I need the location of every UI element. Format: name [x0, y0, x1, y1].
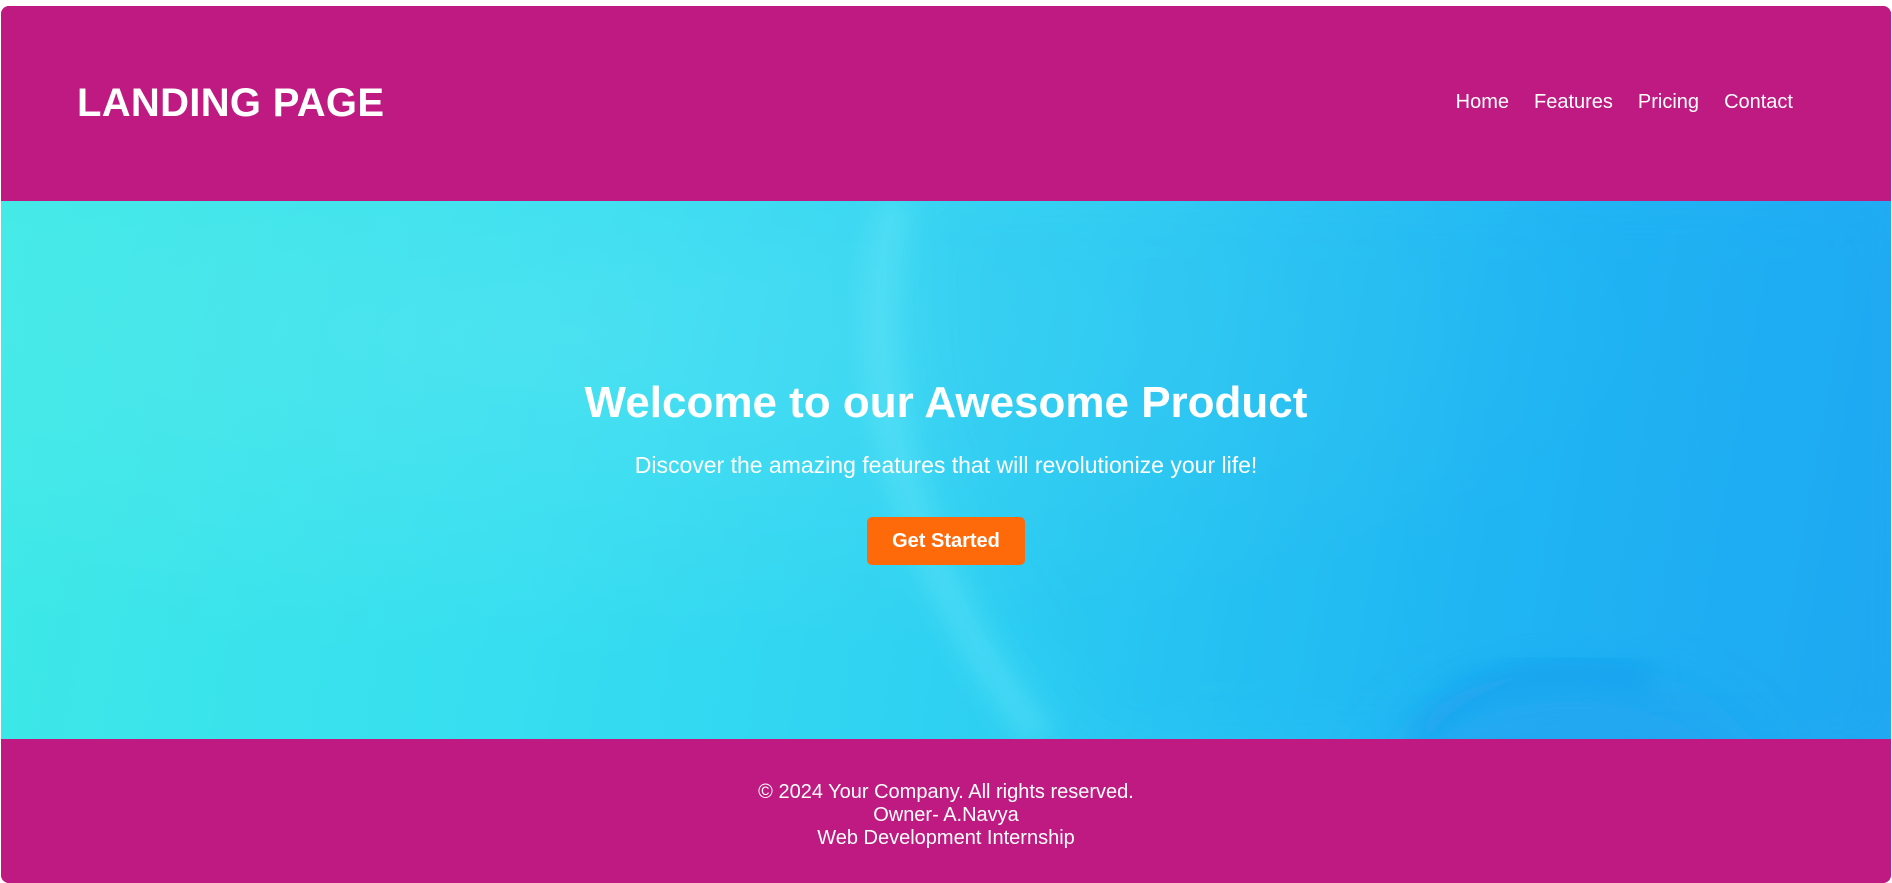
page-frame: LANDING PAGE Home Features Pricing Conta… — [1, 6, 1891, 883]
site-header: LANDING PAGE Home Features Pricing Conta… — [1, 6, 1891, 201]
hero-title: Welcome to our Awesome Product — [584, 378, 1308, 427]
nav-features-link[interactable]: Features — [1534, 91, 1613, 114]
hero-subtitle: Discover the amazing features that will … — [634, 452, 1258, 478]
site-logo: LANDING PAGE — [77, 81, 385, 125]
get-started-button[interactable]: Get Started — [867, 517, 1025, 565]
footer-copyright: © 2024 Your Company. All rights reserved… — [758, 781, 1134, 803]
footer-text: © 2024 Your Company. All rights reserved… — [1, 781, 1891, 850]
hero-section: Welcome to our Awesome Product Discover … — [1, 201, 1891, 739]
site-footer: © 2024 Your Company. All rights reserved… — [1, 739, 1891, 883]
nav-pricing-link[interactable]: Pricing — [1638, 91, 1699, 114]
footer-program: Web Development Internship — [817, 827, 1075, 849]
nav-home-link[interactable]: Home — [1456, 91, 1509, 114]
main-nav: Home Features Pricing Contact — [1456, 91, 1793, 114]
footer-owner: Owner- A.Navya — [873, 804, 1019, 826]
hero-content: Welcome to our Awesome Product Discover … — [1, 201, 1891, 739]
nav-contact-link[interactable]: Contact — [1724, 91, 1793, 114]
